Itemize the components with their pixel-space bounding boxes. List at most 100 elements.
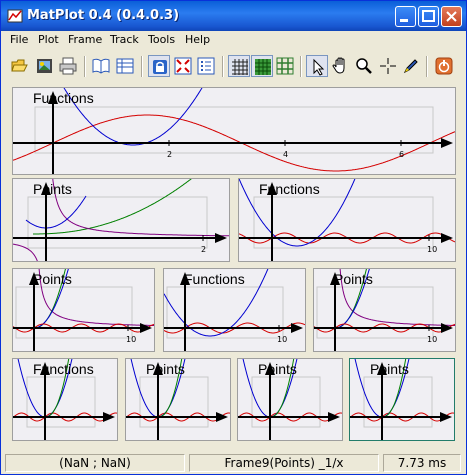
open-button[interactable] xyxy=(9,55,31,77)
menu-plot[interactable]: Plot xyxy=(38,33,59,46)
plot-frame-10-selected[interactable]: Points xyxy=(349,358,455,441)
status-bar: (NaN ; NaN) Frame9(Points) _1/x 7.73 ms xyxy=(1,452,466,474)
menu-tools[interactable]: Tools xyxy=(148,33,175,46)
plot-frame-2[interactable]: 2 Points xyxy=(12,178,230,262)
window-title: MatPlot 0.4 (0.4.0.3) xyxy=(27,8,180,23)
table-button[interactable] xyxy=(114,55,136,77)
x-tick-label: 6 xyxy=(399,150,404,159)
minimize-button[interactable] xyxy=(395,6,416,27)
main-window: MatPlot 0.4 (0.4.0.3) File Plot Frame Tr… xyxy=(0,0,467,475)
hand-pan-button[interactable] xyxy=(330,55,352,77)
save-image-button[interactable] xyxy=(34,55,56,77)
pointer-icon xyxy=(313,58,325,76)
grid-box xyxy=(34,106,434,154)
x-tick-label: 2 xyxy=(167,150,172,159)
grid-green-icon xyxy=(255,59,271,75)
magnifier-button[interactable] xyxy=(353,55,375,77)
grid-box xyxy=(27,196,208,249)
book-icon xyxy=(92,58,110,74)
curve-reciprocal xyxy=(52,179,229,237)
plot-frame-6[interactable]: 10 Points xyxy=(313,268,456,352)
lock-icon xyxy=(153,60,167,74)
title-bar[interactable]: MatPlot 0.4 (0.4.0.3) xyxy=(1,1,466,31)
book-button[interactable] xyxy=(90,55,112,77)
grid-box xyxy=(251,376,321,428)
frame-title: Points xyxy=(146,361,185,377)
x-axis-arrow xyxy=(291,323,303,333)
x-tick-label: 10 xyxy=(277,335,287,344)
grid-fine-button[interactable] xyxy=(228,55,250,77)
grid-coarse-icon xyxy=(276,57,294,75)
grid-box xyxy=(26,376,96,428)
maximize-icon xyxy=(422,10,435,22)
x-axis-arrow xyxy=(441,138,453,148)
lock-button[interactable] xyxy=(148,55,170,77)
grid-fine-icon xyxy=(232,59,248,75)
x-axis-arrow xyxy=(215,233,227,243)
plot-frame-7[interactable]: Functions xyxy=(12,358,118,441)
menu-track[interactable]: Track xyxy=(110,33,139,46)
grid-coarse-button[interactable] xyxy=(274,55,296,77)
menu-frame[interactable]: Frame xyxy=(68,33,102,46)
pen-icon xyxy=(403,59,418,74)
frame-title: Functions xyxy=(33,90,94,106)
maximize-button[interactable] xyxy=(418,6,439,27)
list-icon xyxy=(197,57,215,75)
x-axis-arrow xyxy=(441,233,453,243)
x-tick-label: 4 xyxy=(283,150,288,159)
frame-title: Functions xyxy=(184,271,245,287)
toolbar-separator xyxy=(222,56,224,77)
close-button[interactable] xyxy=(441,6,462,27)
table-icon xyxy=(116,58,134,74)
frame-title: Points xyxy=(33,271,72,287)
plot-frame-8[interactable]: Points xyxy=(125,358,231,441)
frame-title: Functions xyxy=(259,181,320,197)
plot-frame-9[interactable]: Points xyxy=(237,358,343,441)
toolbar-separator xyxy=(141,56,143,77)
grid-box xyxy=(363,376,433,428)
x-axis-arrow xyxy=(441,323,453,333)
frame-title: Points xyxy=(33,181,72,197)
x-axis-arrow xyxy=(140,323,152,333)
plot-frame-5[interactable]: 10 Functions xyxy=(163,268,306,352)
zoom-fit-icon xyxy=(174,57,192,75)
grid-box xyxy=(139,376,209,428)
pen-button[interactable] xyxy=(400,55,422,77)
menu-bar: File Plot Frame Track Tools Help xyxy=(1,31,466,49)
close-icon xyxy=(446,11,457,22)
toolbar-separator xyxy=(84,56,86,77)
crosshair-button[interactable] xyxy=(377,55,399,77)
list-button[interactable] xyxy=(195,55,217,77)
x-tick-label: 10 xyxy=(427,335,437,344)
power-button[interactable] xyxy=(433,55,455,77)
x-tick-label: 10 xyxy=(126,335,136,344)
plot-frame-1[interactable]: 2 4 6 Functions xyxy=(12,87,456,175)
curve-parabola xyxy=(25,195,87,229)
hand-pan-icon xyxy=(332,57,345,74)
toolbar xyxy=(1,51,466,83)
frame-title: Points xyxy=(370,361,409,377)
toolbar-separator xyxy=(426,56,428,77)
status-frame-info: Frame9(Points) _1/x xyxy=(189,454,379,472)
menu-help[interactable]: Help xyxy=(185,33,210,46)
frame-title: Functions xyxy=(33,361,94,377)
x-tick-label: 2 xyxy=(201,245,206,254)
save-image-icon xyxy=(37,59,52,73)
status-timing: 7.73 ms xyxy=(383,454,461,472)
pointer-button[interactable] xyxy=(306,55,328,77)
x-tick-label: 10 xyxy=(427,245,437,254)
status-coordinates: (NaN ; NaN) xyxy=(5,454,185,472)
app-icon xyxy=(7,9,23,23)
magnifier-icon xyxy=(356,58,372,74)
plot-frame-3[interactable]: 10 Functions xyxy=(238,178,456,262)
print-button[interactable] xyxy=(57,55,79,77)
menu-file[interactable]: File xyxy=(10,33,28,46)
print-icon xyxy=(59,57,77,75)
crosshair-icon xyxy=(380,58,396,74)
power-icon xyxy=(435,57,453,75)
open-folder-icon xyxy=(11,59,28,72)
zoom-fit-button[interactable] xyxy=(172,55,194,77)
grid-green-button[interactable] xyxy=(251,55,273,77)
plot-frame-4[interactable]: 10 Points xyxy=(12,268,155,352)
frame-title: Points xyxy=(258,361,297,377)
